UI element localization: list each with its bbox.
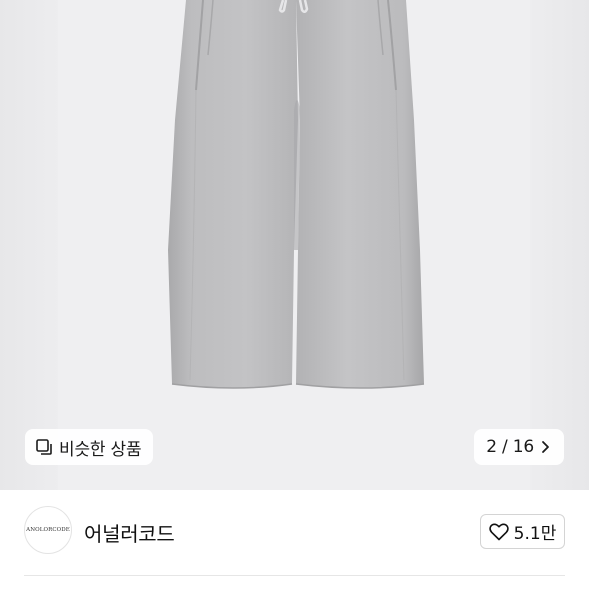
image-page-counter[interactable]: 2 / 16	[474, 429, 564, 465]
like-button[interactable]: 5.1만	[480, 514, 565, 549]
section-divider	[24, 575, 565, 576]
similar-items-label: 비슷한 상품	[59, 439, 142, 460]
shop-logo-text: ANOLORCODE	[26, 527, 70, 533]
shop-info-row: ANOLORCODE 어널러코드 5.1만	[0, 490, 589, 576]
chevron-right-icon	[542, 441, 549, 453]
shop-name[interactable]: 어널러코드	[84, 518, 175, 547]
similar-items-icon	[36, 439, 52, 455]
heart-outline-icon	[488, 522, 509, 540]
product-image-gallery[interactable]: 비슷한 상품 2 / 16	[0, 0, 589, 490]
like-count: 5.1만	[513, 524, 557, 544]
page-counter-text: 2 / 16	[486, 437, 534, 457]
similar-items-button[interactable]: 비슷한 상품	[25, 429, 154, 465]
product-image[interactable]	[0, 0, 589, 490]
shop-logo[interactable]: ANOLORCODE	[24, 506, 72, 554]
